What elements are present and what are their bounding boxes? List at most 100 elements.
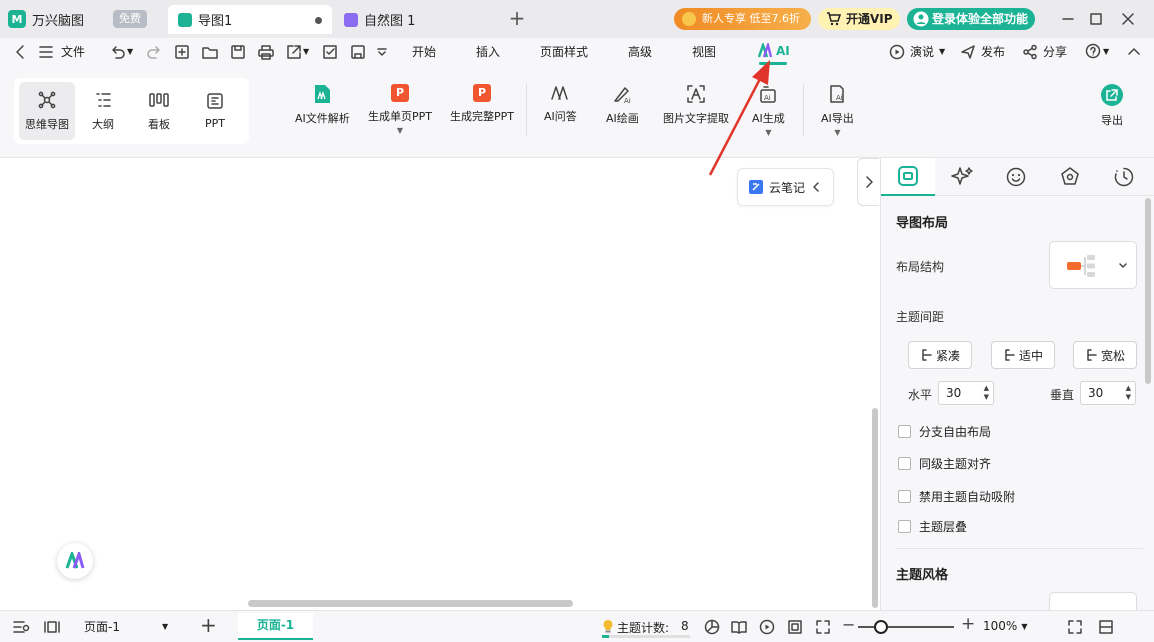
fullscreen-icon[interactable] <box>815 619 831 635</box>
share-button[interactable]: 分享 <box>1022 43 1067 60</box>
minimize-button[interactable] <box>1057 8 1079 30</box>
ocr-button[interactable]: 图片文字提取 <box>663 84 729 126</box>
print-icon[interactable] <box>257 43 275 61</box>
present-button[interactable]: 演说 ▼ <box>889 43 945 60</box>
tab-history[interactable] <box>1097 158 1151 196</box>
split-view-icon[interactable] <box>1098 619 1114 635</box>
dropdown-arrow-icon[interactable]: ▼ <box>765 129 771 137</box>
ai-qa-button[interactable]: AI问答 <box>544 84 577 124</box>
zoom-select[interactable]: 100% ▼ <box>983 619 1027 633</box>
view-outline-button[interactable]: 大纲 <box>75 82 131 140</box>
more-tools-icon[interactable] <box>373 43 391 61</box>
ai-file-parse-button[interactable]: AI文件解析 <box>295 84 350 126</box>
menu-ai[interactable]: AI <box>757 43 790 59</box>
spacing-medium-button[interactable]: 适中 <box>991 341 1055 369</box>
menu-start[interactable]: 开始 <box>412 43 436 61</box>
stepper-arrows-icon[interactable]: ▲ ▼ <box>1126 384 1131 402</box>
checkbox[interactable] <box>898 425 911 438</box>
page-tab-1[interactable]: 页面-1 <box>238 613 313 640</box>
tab-sticker[interactable] <box>989 158 1043 196</box>
export-file-icon[interactable] <box>285 43 303 61</box>
gen-single-ppt-button[interactable]: P 生成单页PPT ▼ <box>368 84 432 135</box>
tab-natural-map-1[interactable]: 自然图 1 <box>334 5 498 34</box>
dropdown-arrow-icon[interactable]: ▼ <box>834 129 840 137</box>
help-button[interactable]: ▼ <box>1085 43 1109 59</box>
export-dropdown-icon[interactable]: ▼ <box>303 43 309 61</box>
panel-divider <box>895 548 1143 549</box>
view-mindmap-button[interactable]: 思维导图 <box>19 82 75 140</box>
checkbox[interactable] <box>898 457 911 470</box>
stepper-arrows-icon[interactable]: ▲ ▼ <box>984 384 989 402</box>
back-icon[interactable] <box>12 43 30 61</box>
undo-dropdown-icon[interactable]: ▼ <box>127 43 133 61</box>
zoom-out-icon[interactable]: − <box>842 615 855 634</box>
collapse-panel-button[interactable] <box>857 158 879 206</box>
dropdown-arrow-icon[interactable]: ▼ <box>397 127 403 135</box>
theme-style-select[interactable] <box>1049 592 1137 612</box>
zoom-in-icon[interactable]: + <box>961 614 975 634</box>
ai-paint-button[interactable]: Ai AI绘画 <box>606 84 639 126</box>
collapse-ribbon-icon[interactable] <box>1125 43 1143 61</box>
checkbox[interactable] <box>898 490 911 503</box>
option-disable-snap[interactable]: 禁用主题自动吸附 <box>898 488 1015 505</box>
page-view-icon[interactable] <box>43 619 61 635</box>
gen-full-ppt-button[interactable]: P 生成完整PPT <box>450 84 514 124</box>
view-ppt-button[interactable]: PPT <box>187 82 243 140</box>
zoom-slider-track[interactable] <box>858 626 954 628</box>
ai-generate-button[interactable]: Ai AI生成 ▼ <box>752 84 785 137</box>
file-menu[interactable]: 文件 <box>61 43 85 61</box>
tab-mindmap-1[interactable]: 导图1 <box>168 5 332 34</box>
fit-page-icon[interactable] <box>787 619 803 635</box>
canvas-horizontal-scrollbar[interactable] <box>248 600 573 607</box>
menu-advanced[interactable]: 高级 <box>628 43 652 61</box>
menu-view[interactable]: 视图 <box>692 43 716 61</box>
redo-icon[interactable] <box>145 43 163 61</box>
ai-export-button[interactable]: Ai AI导出 ▼ <box>821 84 854 137</box>
maximize-button[interactable] <box>1085 8 1107 30</box>
option-free-branch-layout[interactable]: 分支自由布局 <box>898 423 991 440</box>
open-folder-icon[interactable] <box>201 43 219 61</box>
layout-structure-select[interactable] <box>1049 241 1137 289</box>
hamburger-menu-icon[interactable] <box>37 43 55 61</box>
option-topic-overlap[interactable]: 主题层叠 <box>898 518 967 535</box>
spacing-loose-button[interactable]: 宽松 <box>1073 341 1137 369</box>
save-icon[interactable] <box>229 43 247 61</box>
checkbox[interactable] <box>898 520 911 533</box>
view-kanban-button[interactable]: 看板 <box>131 82 187 140</box>
tab-layout[interactable] <box>881 158 935 196</box>
spacing-compact-button[interactable]: 紧凑 <box>908 341 972 369</box>
outline-list-icon[interactable] <box>12 619 30 635</box>
undo-icon[interactable] <box>109 43 127 61</box>
pie-chart-icon[interactable] <box>704 619 720 635</box>
panel-scrollbar[interactable] <box>1145 198 1151 384</box>
publish-button[interactable]: 发布 <box>960 43 1005 60</box>
tab-ai-sparkle[interactable] <box>935 158 989 196</box>
canvas-vertical-scrollbar[interactable] <box>872 408 878 608</box>
unsaved-dot-icon[interactable] <box>315 17 322 24</box>
ai-assistant-float-button[interactable] <box>57 543 93 579</box>
play-slideshow-icon[interactable] <box>759 619 775 635</box>
horizontal-spacing-input[interactable]: 30 ▲ ▼ <box>938 381 994 405</box>
cloud-note-button[interactable]: 云笔记 <box>737 168 834 206</box>
save-as-icon[interactable] <box>349 43 367 61</box>
new-file-icon[interactable] <box>173 43 191 61</box>
vertical-spacing-input[interactable]: 30 ▲ ▼ <box>1080 381 1136 405</box>
new-tab-icon[interactable]: + <box>508 8 526 30</box>
checkin-icon[interactable] <box>321 43 339 61</box>
add-page-icon[interactable]: + <box>200 613 217 637</box>
option-align-sibling-topics[interactable]: 同级主题对齐 <box>898 455 991 472</box>
vip-button[interactable]: 开通VIP <box>818 8 900 30</box>
book-icon[interactable] <box>730 619 748 635</box>
fit-screen-icon[interactable] <box>1067 619 1083 635</box>
close-button[interactable] <box>1117 8 1139 30</box>
menu-insert[interactable]: 插入 <box>476 43 500 61</box>
menu-page-style[interactable]: 页面样式 <box>540 43 588 61</box>
tab-theme[interactable] <box>1043 158 1097 196</box>
export-button[interactable]: 导出 <box>1101 84 1123 128</box>
promo-banner[interactable]: 新人专享 低至7.6折 <box>674 8 811 30</box>
page-select[interactable]: 页面-1 ▼ <box>78 616 176 638</box>
login-button[interactable]: 登录体验全部功能 <box>907 8 1035 30</box>
zoom-slider-handle[interactable] <box>874 620 888 634</box>
mindmap-canvas[interactable] <box>0 158 870 610</box>
app-tab[interactable]: M 万兴脑图 <box>8 6 84 32</box>
